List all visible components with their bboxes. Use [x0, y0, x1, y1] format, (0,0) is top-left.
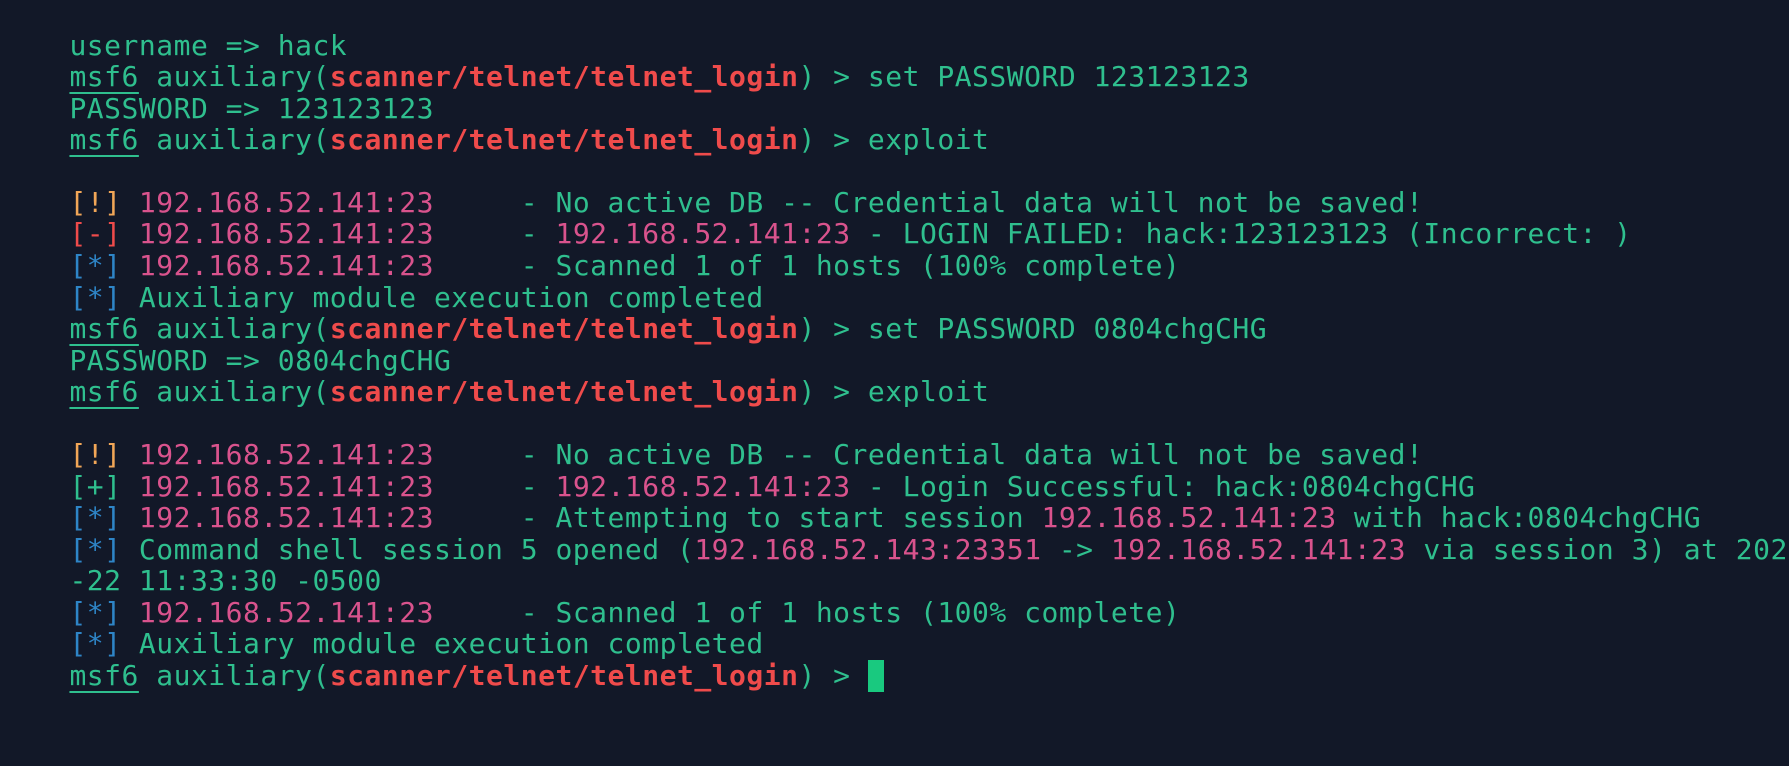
prompt-text: ) >: [798, 659, 868, 692]
prompt-line: msf6 auxiliary(scanner/telnet/telnet_log…: [0, 338, 989, 408]
output-line: [*] 192.168.52.141:23 - Attempting to st…: [0, 464, 1701, 534]
output-line: [-] 192.168.52.141:23 - 192.168.52.141:2…: [0, 180, 1632, 250]
terminal-window[interactable]: username => hack msf6 auxiliary(scanner/…: [0, 0, 1789, 766]
output-line: -22 11:33:30 -0500: [0, 527, 382, 597]
output-line: [!] 192.168.52.141:23 - No active DB -- …: [0, 401, 1423, 471]
text-cursor[interactable]: [867, 660, 884, 692]
prompt-line: msf6 auxiliary(scanner/telnet/telnet_log…: [0, 86, 989, 156]
output-text: via session 3) at 2024-01: [1423, 533, 1789, 566]
prompt-text: auxiliary(: [138, 659, 330, 692]
output-line: [*] 192.168.52.141:23 - Scanned 1 of 1 h…: [0, 212, 1180, 282]
prompt-prefix: msf6: [69, 659, 139, 692]
prompt-line: msf6 auxiliary(scanner/telnet/telnet_log…: [0, 275, 1267, 345]
prompt-module: scanner/telnet/telnet_login: [329, 659, 799, 692]
active-prompt-line[interactable]: msf6 auxiliary(scanner/telnet/telnet_log…: [0, 622, 884, 692]
output-line: [*] Auxiliary module execution completed: [0, 590, 764, 660]
prompt-line: msf6 auxiliary(scanner/telnet/telnet_log…: [0, 23, 1250, 93]
